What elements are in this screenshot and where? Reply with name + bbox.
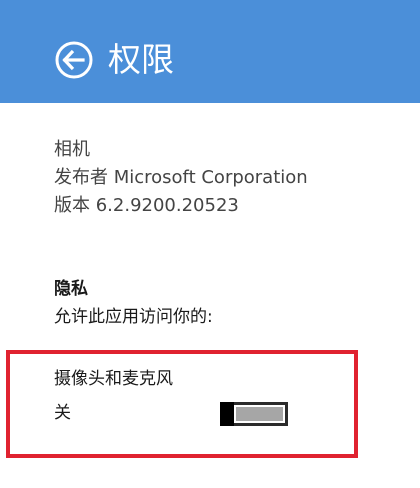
page-title: 权限	[108, 40, 174, 79]
permission-label-camera-microphone: 摄像头和麦克风	[54, 369, 173, 389]
toggle-state-label: 关	[54, 403, 71, 423]
back-button[interactable]	[54, 40, 94, 80]
toggle-thumb[interactable]	[220, 402, 234, 426]
page-header: 权限	[0, 0, 420, 103]
app-name: 相机	[54, 139, 90, 160]
privacy-description: 允许此应用访问你的:	[54, 307, 213, 327]
camera-microphone-toggle[interactable]	[220, 402, 288, 426]
privacy-heading: 隐私	[54, 279, 88, 299]
app-publisher: 发布者 Microsoft Corporation	[54, 167, 308, 188]
app-info: 相机 发布者 Microsoft Corporation 版本 6.2.9200…	[54, 136, 308, 220]
app-version: 版本 6.2.9200.20523	[54, 195, 239, 216]
toggle-fill	[236, 407, 283, 421]
back-arrow-circle-icon	[55, 41, 93, 79]
